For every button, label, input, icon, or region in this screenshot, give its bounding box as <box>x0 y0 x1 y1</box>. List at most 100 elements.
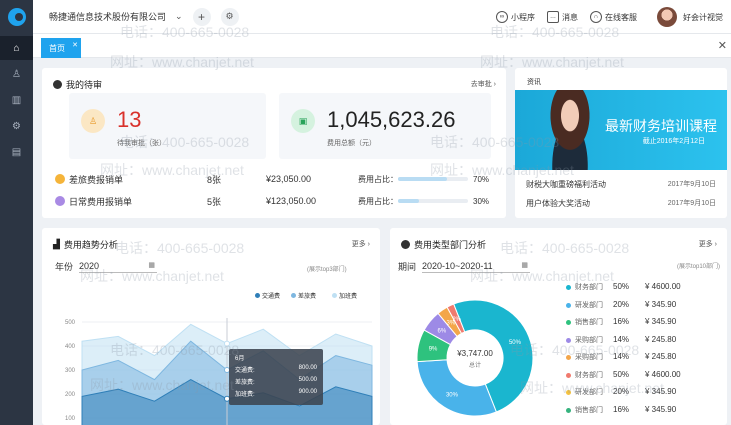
news-item[interactable]: 用户体验大奖活动 2017年9月10日 <box>526 198 716 209</box>
home-icon: ⌂ <box>13 42 20 54</box>
dept-swatch <box>566 302 571 308</box>
dept-percent: 14% <box>613 334 630 344</box>
dept-name: 财务部门 <box>575 371 603 379</box>
pending-count-tile[interactable]: ♙ 13 待我审批（张） <box>69 93 266 159</box>
dept-row[interactable]: 采购部门 14% ¥ 245.80 <box>566 335 716 347</box>
trend-area-chart[interactable]: 500 400 300 200 100 <box>42 228 380 425</box>
dept-row[interactable]: 研发部门 20% ¥ 345.90 <box>566 387 716 399</box>
bill-row[interactable]: 日常费用报销单 5张 ¥123,050.00 费用占比： 30% <box>55 194 495 208</box>
rail-item-home[interactable]: ⌂ <box>0 36 33 60</box>
dept-swatch <box>566 285 571 290</box>
news-item-date: 2017年9月10日 <box>667 181 716 188</box>
message-icon: … <box>547 11 559 23</box>
type-donut-chart[interactable]: 50%30%9%6%3%2% <box>390 228 560 425</box>
news-item-text: 用户体验大奖活动 <box>526 199 590 208</box>
users-icon: ♙ <box>12 68 21 80</box>
bill-amount: ¥23,050.00 <box>266 174 312 184</box>
dept-name: 研发部门 <box>575 301 603 309</box>
mini-program-label: 小程序 <box>511 12 535 22</box>
type-more-label: 更多 <box>698 241 713 248</box>
bill-count: 5张 <box>207 196 222 207</box>
daily-bill-icon <box>55 196 65 206</box>
stamp-icon: ♙ <box>81 109 105 133</box>
dept-name: 销售部门 <box>575 406 603 414</box>
dept-name: 财务部门 <box>575 284 603 291</box>
dept-percent: 50% <box>613 369 630 379</box>
dept-amount: ¥ 245.80 <box>645 352 677 361</box>
dept-swatch <box>566 407 571 413</box>
close-icon[interactable]: ✕ <box>72 41 78 49</box>
news-item-date: 2017年9月10日 <box>667 200 716 207</box>
logo-icon <box>7 8 26 26</box>
bill-row[interactable]: 差旅费报销单 8张 ¥23,050.00 费用占比： 70% <box>55 172 495 186</box>
dept-name: 销售部门 <box>575 319 603 326</box>
tooltip-row-name: 差旅费: <box>235 380 255 386</box>
bill-ratio-label: 费用占比： <box>358 174 398 184</box>
tooltip-row-name: 加班费: <box>235 392 255 398</box>
donut-center-label: 总计 <box>468 363 481 369</box>
messages-label: 消息 <box>562 12 578 22</box>
total-amount-tile[interactable]: ▣ 1,045,623.26 费用总额（元） <box>279 93 491 159</box>
total-amount-label: 费用总额（元） <box>327 140 376 147</box>
dept-row[interactable]: 销售部门 16% ¥ 345.90 <box>566 317 716 329</box>
dept-row[interactable]: 采购部门 14% ¥ 245.80 <box>566 352 716 364</box>
dept-swatch <box>566 355 571 360</box>
pending-title-text: 我的待审 <box>66 80 103 90</box>
messages-link[interactable]: … 消息 <box>547 11 578 23</box>
chevron-down-icon[interactable]: ⌄ <box>175 11 183 22</box>
pending-count: 13 <box>117 107 142 132</box>
hover-point <box>224 340 230 347</box>
rail-item-settings[interactable]: ⚙ <box>0 114 33 138</box>
dept-row[interactable]: 销售部门 16% ¥ 345.90 <box>566 405 716 417</box>
bill-amount: ¥123,050.00 <box>266 196 317 206</box>
tab-home[interactable]: 首页 ✕ <box>41 38 81 58</box>
plus-icon: + <box>198 9 206 24</box>
type-more-link[interactable]: 更多 › <box>699 239 717 249</box>
rail-item-reports[interactable]: ▥ <box>0 88 33 112</box>
app-logo[interactable] <box>0 0 33 34</box>
banner-title: 最新财务培训课程 <box>605 118 717 134</box>
add-button[interactable]: + <box>192 7 211 26</box>
dept-percent: 20% <box>613 387 630 396</box>
close-all-tabs-icon[interactable]: ✕ <box>718 39 727 52</box>
dept-amount: ¥ 345.90 <box>645 404 677 414</box>
tab-strip: 首页 ✕ ✕ <box>33 34 731 58</box>
dept-row[interactable]: 研发部门 20% ¥ 345.90 <box>566 300 716 312</box>
banner-subtitle: 截止2016年2月12日 <box>642 138 705 145</box>
pending-approval-card: 我的待审 去审批 › ♙ 13 待我审批（张） ▣ 1,045,623.26 费… <box>42 68 506 218</box>
pending-title: 我的待审 <box>53 78 102 91</box>
dept-row[interactable]: 财务部门 50% ¥ 4600.00 <box>566 282 716 294</box>
dept-row[interactable]: 财务部门 50% ¥ 4600.00 <box>566 370 716 382</box>
slice-label: 2% <box>452 317 461 323</box>
mini-program-link[interactable]: ∞ 小程序 <box>496 11 535 23</box>
news-card: 资讯 最新财务培训课程 截止2016年2月12日 财税大咖重磅福利活动 2017… <box>515 68 727 218</box>
dept-percent: 16% <box>613 317 630 326</box>
go-approve-label: 去审批 <box>470 81 492 88</box>
top-bar: 畅捷通信息技术股份有限公司 ⌄ + ⚙ ∞ 小程序 … 消息 ∩ 在线客服 好会计视觉 <box>33 0 731 34</box>
bill-percent: 70% <box>473 174 490 184</box>
gear-icon: ⚙ <box>225 11 234 21</box>
online-service-link[interactable]: ∩ 在线客服 <box>590 11 637 23</box>
dept-amount: ¥ 4600.00 <box>645 369 681 379</box>
user-name[interactable]: 好会计视觉 <box>683 12 723 23</box>
bill-ratio-label: 费用占比： <box>358 196 398 206</box>
dept-percent: 50% <box>613 282 630 291</box>
company-name[interactable]: 畅捷通信息技术股份有限公司 <box>49 10 166 23</box>
settings-button[interactable]: ⚙ <box>220 7 239 26</box>
dept-amount: ¥ 345.90 <box>645 299 677 309</box>
avatar[interactable] <box>657 7 677 27</box>
go-approve-link[interactable]: 去审批 › <box>471 79 496 89</box>
bill-name: 差旅费报销单 <box>69 174 124 185</box>
donut-center-amount: ¥3,747.00 <box>457 349 493 358</box>
training-banner[interactable]: 最新财务培训课程 截止2016年2月12日 <box>515 90 727 170</box>
y-tick-label: 100 <box>65 416 76 422</box>
tooltip-row-name: 交通费: <box>235 368 255 374</box>
news-item[interactable]: 财税大咖重磅福利活动 2017年9月10日 <box>526 179 716 190</box>
rail-item-users[interactable]: ♙ <box>0 62 33 86</box>
dept-swatch <box>566 390 571 395</box>
y-tick-label: 300 <box>65 368 76 374</box>
online-service-label: 在线客服 <box>605 12 637 22</box>
bill-ratio-bar <box>398 177 468 181</box>
rail-item-documents[interactable]: ▤ <box>0 140 33 164</box>
briefcase-icon: ▤ <box>11 146 22 158</box>
